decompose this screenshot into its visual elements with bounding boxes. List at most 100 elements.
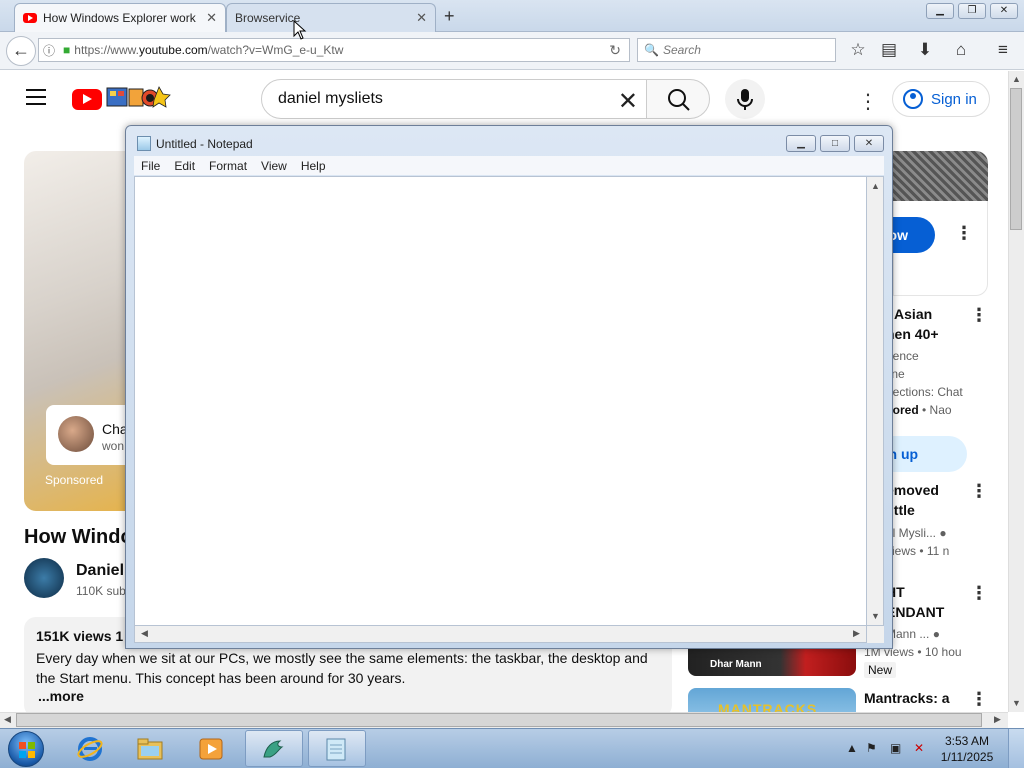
more-actions-icon[interactable]: ⋮ — [970, 583, 988, 604]
channel-avatar[interactable] — [24, 558, 64, 598]
downloads-icon[interactable]: ⬇ — [914, 40, 936, 60]
ad-thumbnail[interactable] — [893, 151, 988, 201]
menu-help[interactable]: Help — [301, 159, 326, 173]
file-explorer-icon[interactable] — [136, 735, 164, 763]
show-hidden-icons-icon[interactable]: ▲ — [846, 741, 858, 755]
more-actions-icon[interactable]: ⋮ — [970, 689, 988, 710]
internet-explorer-icon[interactable] — [76, 735, 104, 763]
menu-icon[interactable]: ≡ — [992, 40, 1014, 60]
info-icon[interactable]: ⓘ — [43, 42, 55, 59]
video1-title-line1[interactable]: emoved — [886, 482, 939, 498]
advertiser-name: • Nao — [918, 403, 952, 417]
channel-subscribers: 110K sub — [76, 584, 126, 598]
ad-subtitle: won — [102, 439, 125, 453]
scroll-left-icon[interactable]: ◀ — [4, 714, 11, 725]
action-center-flag-icon[interactable]: ⚑ — [866, 741, 877, 755]
scroll-up-icon[interactable]: ▲ — [871, 181, 880, 191]
close-window-button[interactable]: ✕ — [990, 3, 1018, 19]
restore-button[interactable]: ❐ — [958, 3, 986, 19]
menu-file[interactable]: File — [141, 159, 160, 173]
notepad-icon — [137, 136, 151, 151]
scroll-right-icon[interactable]: ▶ — [853, 628, 860, 639]
voice-search-button[interactable] — [725, 79, 765, 119]
clock-time: 3:53 AM — [944, 734, 990, 748]
more-actions-icon[interactable]: ⋮ — [970, 305, 988, 326]
ad-title: Cha — [102, 421, 128, 437]
ad2-title-line2[interactable]: nen 40+ — [886, 326, 939, 342]
close-tab-icon[interactable]: ✕ — [416, 10, 427, 26]
resize-grip-icon[interactable] — [867, 626, 884, 643]
bookmark-star-icon[interactable]: ☆ — [847, 40, 869, 60]
youtube-search-input[interactable]: daniel mysliets ✕ — [261, 79, 647, 119]
new-tab-icon[interactable]: + — [444, 6, 455, 27]
menu-view[interactable]: View — [261, 159, 287, 173]
sign-in-button[interactable]: Sign in — [892, 81, 990, 117]
notepad-title: Untitled - Notepad — [156, 137, 253, 151]
minimize-button[interactable]: ▁ — [926, 3, 954, 19]
vertical-scroll-thumb[interactable] — [1010, 88, 1022, 230]
horizontal-scroll-thumb[interactable] — [16, 713, 982, 727]
ad2-sponsor-line: sored • Nao — [886, 403, 952, 417]
youtube-favicon-icon — [23, 13, 37, 23]
youtube-logo[interactable] — [72, 89, 102, 110]
menu-format[interactable]: Format — [209, 159, 247, 173]
reading-list-icon[interactable]: ▤ — [878, 40, 900, 60]
show-more-link[interactable]: ...more — [38, 688, 84, 704]
reload-icon[interactable]: ↻ — [609, 42, 621, 59]
more-options-icon[interactable]: ⋮ — [858, 89, 878, 114]
volume-muted-icon[interactable]: ✕ — [914, 741, 924, 755]
notepad-window[interactable]: Untitled - Notepad ▁ □ ✕ File Edit Forma… — [125, 125, 893, 649]
video3-title[interactable]: Mantracks: a — [864, 690, 950, 706]
show-desktop-button[interactable] — [1008, 729, 1024, 768]
notepad-horizontal-scrollbar[interactable]: ◀ ▶ — [134, 626, 867, 643]
search-placeholder: Search — [662, 43, 701, 57]
scroll-left-icon[interactable]: ◀ — [141, 628, 148, 639]
clear-search-icon[interactable]: ✕ — [618, 87, 638, 116]
navigation-toolbar: ← ⓘ ■ https://www. youtube.com/watch?v=Wm… — [0, 32, 1024, 70]
microphone-icon — [737, 89, 753, 110]
ad2-meta: nections: Chat — [886, 385, 963, 399]
tab-browservice[interactable]: Browservice ✕ — [226, 3, 436, 32]
notepad-menubar: File Edit Format View Help — [134, 156, 884, 175]
maximize-button[interactable]: □ — [820, 135, 850, 152]
browser-search-field[interactable]: 🔍 Search — [637, 38, 836, 62]
more-actions-icon[interactable]: ⋮ — [955, 223, 973, 244]
video2-title-line2[interactable]: ENDANT — [886, 604, 944, 620]
youtube-search-button[interactable] — [646, 79, 710, 119]
media-player-icon[interactable] — [197, 735, 225, 763]
notepad-text-area[interactable] — [134, 176, 867, 626]
mouse-cursor-icon — [293, 20, 307, 40]
minimize-button[interactable]: ▁ — [786, 135, 816, 152]
search-engine-icon[interactable]: 🔍 — [644, 43, 659, 57]
menu-edit[interactable]: Edit — [174, 159, 195, 173]
home-icon[interactable]: ⌂ — [950, 40, 972, 60]
sign-up-button[interactable]: gn up — [880, 436, 967, 472]
account-icon — [903, 89, 923, 109]
scroll-down-icon[interactable]: ▼ — [1012, 698, 1021, 708]
system-clock[interactable]: 3:53 AM 1/11/2025 — [936, 733, 998, 765]
clock-date: 1/11/2025 — [940, 750, 994, 764]
url-path: /watch?v=WmG_e-u_Ktw — [207, 43, 344, 57]
address-bar[interactable]: ⓘ ■ https://www. youtube.com/watch?v=WmG_… — [38, 38, 630, 62]
sponsored-label: Sponsored — [45, 473, 104, 487]
tab-label: How Windows Explorer work — [43, 11, 196, 25]
guide-menu-icon[interactable] — [26, 89, 46, 110]
tab-youtube[interactable]: How Windows Explorer work ✕ — [14, 3, 226, 32]
scroll-down-icon[interactable]: ▼ — [871, 611, 880, 621]
back-button[interactable]: ← — [6, 36, 36, 66]
video1-meta: views • 11 n — [886, 544, 950, 558]
close-tab-icon[interactable]: ✕ — [206, 10, 217, 26]
windows-logo-icon — [19, 742, 35, 758]
network-icon[interactable]: ▣ — [890, 741, 901, 755]
youtube-doodle-logo[interactable] — [106, 85, 172, 111]
notepad-vertical-scrollbar[interactable]: ▲ ▼ — [867, 176, 884, 626]
verified-icon: ● — [939, 526, 947, 540]
start-button[interactable] — [8, 731, 44, 767]
scroll-right-icon[interactable]: ▶ — [994, 714, 1001, 725]
video-title: How Windo — [24, 526, 133, 548]
tab-bar: How Windows Explorer work ✕ Browservice … — [0, 0, 1024, 32]
more-actions-icon[interactable]: ⋮ — [970, 481, 988, 502]
scroll-up-icon[interactable]: ▲ — [1012, 74, 1021, 84]
close-button[interactable]: ✕ — [854, 135, 884, 152]
channel-name[interactable]: Daniel — [76, 562, 124, 580]
